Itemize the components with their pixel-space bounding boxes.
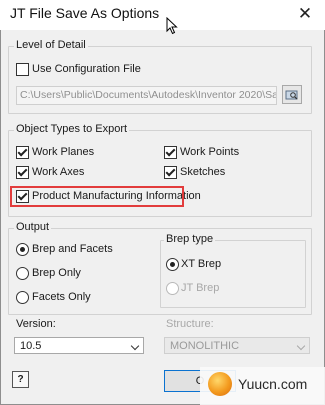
mouse-cursor-icon [166,17,178,35]
facets-only-label[interactable]: Facets Only [32,291,91,303]
work-planes-checkbox[interactable] [16,146,29,159]
work-points-checkbox[interactable] [164,146,177,159]
object-types-label: Object Types to Export [14,123,130,135]
dialog-title: JT File Save As Options [10,5,160,21]
help-button[interactable]: ? [12,371,29,388]
browse-button[interactable] [282,85,302,104]
brep-and-facets-radio[interactable] [16,243,29,256]
version-value: 10.5 [20,340,42,352]
brep-only-label[interactable]: Brep Only [32,267,81,279]
use-config-label[interactable]: Use Configuration File [32,63,141,75]
work-axes-label[interactable]: Work Axes [32,166,84,178]
sketches-checkbox[interactable] [164,166,177,179]
close-icon[interactable]: ✕ [292,2,318,26]
work-planes-label[interactable]: Work Planes [32,146,94,158]
config-path-field[interactable]: C:\Users\Public\Documents\Autodesk\Inven… [16,86,277,105]
xt-brep-radio[interactable] [166,258,179,271]
chevron-down-icon [296,341,306,351]
version-select[interactable]: 10.5 [14,337,144,354]
jt-brep-label: JT Brep [181,282,220,294]
browse-folder-icon [285,90,298,100]
work-points-label[interactable]: Work Points [180,146,239,158]
watermark-logo-icon [208,372,232,396]
structure-label: Structure: [166,318,214,330]
structure-value: MONOLITHIC [170,340,240,352]
use-config-checkbox[interactable] [16,63,29,76]
brep-type-label: Brep type [164,233,216,245]
chevron-down-icon [130,341,140,351]
structure-select: MONOLITHIC [164,337,310,354]
brep-type-group [160,240,306,308]
jt-brep-radio [166,282,179,295]
brep-and-facets-label[interactable]: Brep and Facets [32,243,113,255]
level-of-detail-label: Level of Detail [14,39,88,51]
pmi-highlight-box [10,186,184,207]
watermark-text: Yuucn.com [238,376,308,392]
version-label: Version: [16,318,56,330]
sketches-label[interactable]: Sketches [180,166,225,178]
xt-brep-label[interactable]: XT Brep [181,258,221,270]
facets-only-radio[interactable] [16,291,29,304]
brep-only-radio[interactable] [16,267,29,280]
output-label: Output [14,221,52,233]
work-axes-checkbox[interactable] [16,166,29,179]
